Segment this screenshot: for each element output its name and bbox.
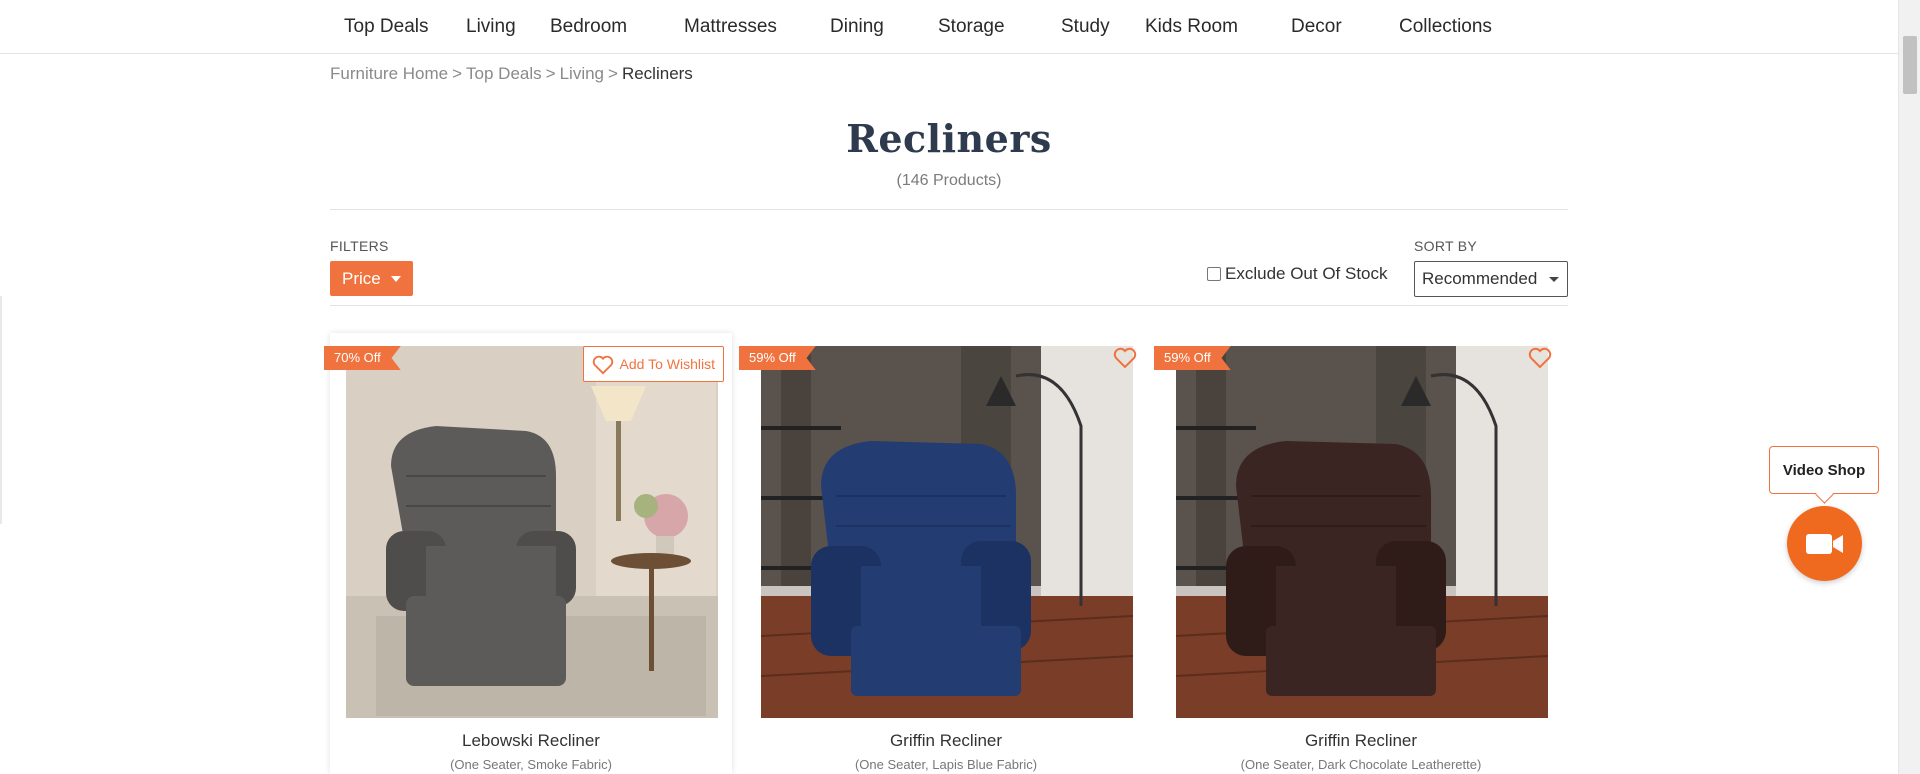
nav-item-collections[interactable]: Collections bbox=[1399, 16, 1509, 38]
nav-link[interactable]: Kids Room bbox=[1145, 16, 1291, 38]
breadcrumb-separator: > bbox=[608, 64, 618, 83]
nav-link[interactable]: Storage bbox=[938, 16, 1061, 38]
breadcrumb-current: Recliners bbox=[621, 64, 693, 83]
discount-badge: 59% Off bbox=[1154, 346, 1231, 370]
recliner-image bbox=[346, 346, 718, 718]
scrollbar-thumb[interactable] bbox=[1903, 36, 1917, 94]
divider bbox=[330, 305, 1568, 306]
recliner-image bbox=[761, 346, 1133, 718]
product-image[interactable] bbox=[761, 346, 1133, 718]
breadcrumb-link[interactable]: Living bbox=[560, 64, 604, 83]
product-card[interactable]: 70% Off Add To Wishlist Lebowski Recline… bbox=[324, 333, 732, 774]
breadcrumb-link[interactable]: Top Deals bbox=[466, 64, 542, 83]
exclude-out-of-stock-toggle[interactable]: Exclude Out Of Stock bbox=[1207, 264, 1388, 284]
sort-label: SORT BY bbox=[1414, 238, 1478, 254]
top-navigation: Top Deals Living Bedroom Mattresses Dini… bbox=[0, 0, 1898, 54]
wishlist-heart-icon[interactable] bbox=[1528, 347, 1552, 369]
breadcrumb-separator: > bbox=[545, 64, 556, 83]
sort-selected-value: Recommended bbox=[1422, 269, 1538, 288]
nav-item-bedroom[interactable]: Bedroom bbox=[550, 16, 684, 38]
wishlist-heart-icon[interactable] bbox=[1113, 347, 1137, 369]
video-shop-label: Video Shop bbox=[1782, 461, 1866, 479]
caret-down-icon bbox=[391, 276, 401, 282]
product-image[interactable] bbox=[346, 346, 718, 718]
add-to-wishlist-button[interactable]: Add To Wishlist bbox=[582, 346, 724, 382]
video-shop-tooltip[interactable]: Video Shop bbox=[1769, 446, 1879, 494]
price-filter-button[interactable]: Price bbox=[330, 261, 413, 296]
nav-link[interactable]: Top Deals bbox=[344, 16, 466, 38]
exclude-label: Exclude Out Of Stock bbox=[1225, 264, 1388, 283]
product-card[interactable]: 59% Off Griffin Recliner (One Seater, La… bbox=[739, 333, 1147, 774]
page: Top Deals Living Bedroom Mattresses Dini… bbox=[0, 0, 1920, 774]
page-title: Recliners bbox=[846, 116, 1052, 161]
product-image[interactable] bbox=[1176, 346, 1548, 718]
sort-select[interactable]: Recommended bbox=[1414, 261, 1568, 297]
nav-item-storage[interactable]: Storage bbox=[938, 16, 1061, 38]
nav-link[interactable]: Collections bbox=[1399, 16, 1509, 38]
recliner-image bbox=[1176, 346, 1548, 718]
nav-item-dining[interactable]: Dining bbox=[830, 16, 938, 38]
video-camera-icon bbox=[1805, 533, 1843, 554]
product-variant: (One Seater, Smoke Fabric) bbox=[450, 757, 612, 772]
nav-item-kids-room[interactable]: Kids Room bbox=[1145, 16, 1291, 38]
left-edge-tab bbox=[0, 296, 2, 524]
product-name[interactable]: Griffin Recliner bbox=[745, 731, 1147, 751]
video-shop-button[interactable] bbox=[1787, 506, 1862, 581]
divider bbox=[330, 209, 1568, 210]
breadcrumb-link[interactable]: Furniture Home bbox=[330, 64, 448, 83]
nav-item-top-deals[interactable]: Top Deals bbox=[344, 16, 466, 38]
discount-badge: 70% Off bbox=[324, 346, 401, 370]
nav-link[interactable]: Study bbox=[1061, 16, 1145, 38]
nav-item-study[interactable]: Study bbox=[1061, 16, 1145, 38]
nav-link[interactable]: Dining bbox=[830, 16, 938, 38]
nav-item-living[interactable]: Living bbox=[466, 16, 550, 38]
filters-label: FILTERS bbox=[330, 238, 389, 254]
heart-icon bbox=[592, 355, 613, 375]
breadcrumb: Furniture Home > Top Deals > Living > Recliner… bbox=[330, 64, 693, 84]
product-name[interactable]: Griffin Recliner bbox=[1160, 731, 1562, 751]
nav-list: Top Deals Living Bedroom Mattresses Dini… bbox=[330, 0, 1509, 54]
product-variant: (One Seater, Lapis Blue Fabric) bbox=[854, 757, 1038, 772]
nav-item-decor[interactable]: Decor bbox=[1291, 16, 1399, 38]
vertical-scrollbar[interactable] bbox=[1898, 0, 1920, 774]
discount-badge: 59% Off bbox=[739, 346, 816, 370]
product-card[interactable]: 59% Off Griffin Recliner (One Seater, Da… bbox=[1154, 333, 1562, 774]
product-variant: (One Seater, Dark Chocolate Leatherette) bbox=[1240, 757, 1482, 772]
price-filter-label: Price bbox=[342, 268, 381, 288]
product-count: (146 Products) bbox=[896, 172, 1002, 189]
nav-link[interactable]: Bedroom bbox=[550, 16, 684, 38]
nav-item-mattresses[interactable]: Mattresses bbox=[684, 16, 830, 38]
caret-down-icon bbox=[1549, 277, 1559, 282]
nav-link[interactable]: Mattresses bbox=[684, 16, 830, 38]
nav-link[interactable]: Decor bbox=[1291, 16, 1399, 38]
breadcrumb-separator: > bbox=[452, 64, 463, 83]
nav-link[interactable]: Living bbox=[466, 16, 550, 38]
exclude-checkbox[interactable] bbox=[1207, 267, 1221, 281]
wishlist-label: Add To Wishlist bbox=[619, 356, 715, 372]
product-name[interactable]: Lebowski Recliner bbox=[330, 731, 732, 751]
